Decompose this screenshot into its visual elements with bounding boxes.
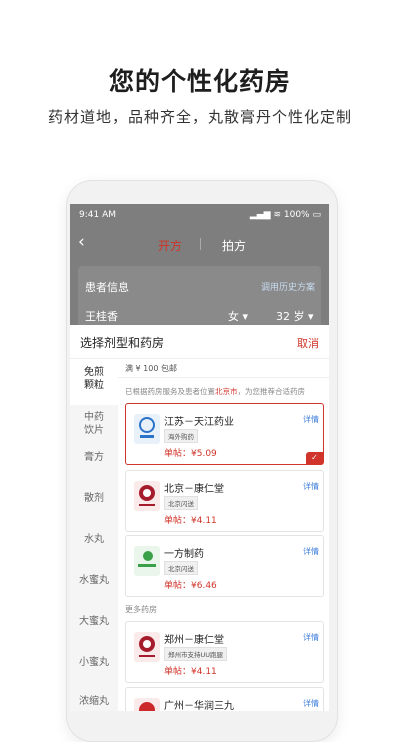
form-item-water-honey-pill[interactable]: 水蜜丸 bbox=[70, 574, 118, 587]
pharmacy-card[interactable]: 一方制药 北京闪送 单帖：¥6.46 详情 bbox=[125, 535, 324, 597]
form-item-big-honey-pill[interactable]: 大蜜丸 bbox=[70, 615, 118, 628]
pharmacy-price: 单帖：¥6.46 bbox=[164, 581, 217, 591]
status-bar: 9:41 AM ▂▄▆ ≋ 100% ▭ bbox=[70, 204, 329, 226]
tab-photo[interactable]: 拍方 bbox=[222, 237, 246, 254]
recommend-note: 已根据药房服务及患者位置北京市，为您推荐合适药房 bbox=[125, 386, 305, 397]
patient-age: 32 bbox=[276, 310, 290, 323]
pharmacy-logo bbox=[134, 414, 160, 444]
pharmacy-tag: 海外购药 bbox=[164, 429, 198, 443]
yifang-logo-icon bbox=[138, 551, 156, 567]
pharmacy-tag: 北京闪送 bbox=[164, 561, 198, 575]
pharmacy-price: 单帖：¥5.09 bbox=[164, 449, 217, 459]
age-unit: 岁 bbox=[293, 310, 305, 323]
kangrentang-logo-icon bbox=[139, 485, 155, 506]
app-screen: 9:41 AM ▂▄▆ ≋ 100% ▭ ‹ 开方 拍方 患者信息 调用历史方案… bbox=[70, 204, 329, 711]
back-icon[interactable]: ‹ bbox=[78, 232, 85, 252]
promo-headline: 您的个性化药房 bbox=[108, 67, 291, 96]
pharmacy-logo bbox=[134, 481, 160, 511]
pharmacy-name: 江苏－天江药业 bbox=[164, 417, 234, 428]
nav-bar: ‹ 开方 拍方 bbox=[70, 226, 329, 260]
form-item-paste[interactable]: 膏方 bbox=[70, 451, 118, 464]
bottom-sheet: 选择剂型和药房 取消 免煎 颗粒 中药 饮片 膏方 散剂 水丸 水蜜丸 大蜜丸 … bbox=[70, 325, 329, 711]
wifi-icon: ≋ bbox=[273, 210, 281, 220]
recommend-prefix: 已根据药房服务及患者位置 bbox=[125, 387, 215, 396]
patient-info-title: 患者信息 bbox=[85, 281, 129, 294]
divider bbox=[118, 377, 329, 378]
form-item-small-honey-pill[interactable]: 小蜜丸 bbox=[70, 656, 118, 669]
recommend-city: 北京市 bbox=[215, 387, 238, 396]
pharmacy-logo bbox=[134, 698, 160, 711]
pharmacy-panel: 满 ¥ 100 包邮 已根据药房服务及患者位置北京市，为您推荐合适药房 江苏－天… bbox=[118, 359, 329, 711]
pharmacy-card[interactable]: 广州－华润三九 详情 bbox=[125, 687, 324, 711]
huarun-logo-icon bbox=[139, 702, 155, 711]
status-icons: ▂▄▆ ≋ 100% ▭ bbox=[250, 210, 321, 220]
form-item-granules[interactable]: 免煎 颗粒 bbox=[70, 359, 118, 405]
recommend-suffix: ，为您推荐合适药房 bbox=[237, 387, 306, 396]
dosage-form-list: 免煎 颗粒 中药 饮片 膏方 散剂 水丸 水蜜丸 大蜜丸 小蜜丸 浓缩丸 bbox=[70, 359, 118, 711]
pharmacy-price: 单帖：¥4.11 bbox=[164, 516, 217, 526]
patient-sex: 女 bbox=[228, 310, 239, 323]
history-plan-link[interactable]: 调用历史方案 bbox=[261, 280, 315, 293]
status-time: 9:41 AM bbox=[79, 210, 116, 220]
battery-icon: ▭ bbox=[312, 210, 321, 220]
free-shipping-note: 满 ¥ 100 包邮 bbox=[125, 364, 177, 373]
sheet-header: 选择剂型和药房 取消 bbox=[70, 325, 329, 359]
pharmacy-card[interactable]: 江苏－天江药业 海外购药 单帖：¥5.09 详情 ✓ bbox=[125, 403, 324, 465]
detail-link[interactable]: 详情 bbox=[303, 546, 319, 557]
detail-link[interactable]: 详情 bbox=[303, 698, 319, 709]
form-item-concentrated-pill[interactable]: 浓缩丸 bbox=[70, 695, 118, 708]
pharmacy-name: 一方制药 bbox=[164, 549, 204, 560]
pharmacy-logo bbox=[134, 546, 160, 576]
pharmacy-name: 广州－华润三九 bbox=[164, 701, 234, 711]
tianjiang-logo-icon bbox=[139, 417, 155, 438]
patient-sex-select[interactable]: 女 ▾ bbox=[228, 308, 248, 324]
tab-divider bbox=[200, 238, 201, 250]
kangrentang-logo-icon bbox=[139, 636, 155, 657]
detail-link[interactable]: 详情 bbox=[303, 481, 319, 492]
form-item-powder[interactable]: 散剂 bbox=[70, 492, 118, 505]
form-item-water-pill[interactable]: 水丸 bbox=[70, 533, 118, 546]
pharmacy-tag: 北京闪送 bbox=[164, 496, 198, 510]
pharmacy-card[interactable]: 北京－康仁堂 北京闪送 单帖：¥4.11 详情 bbox=[125, 470, 324, 532]
sheet-title: 选择剂型和药房 bbox=[80, 336, 165, 350]
cancel-button[interactable]: 取消 bbox=[297, 335, 319, 351]
selected-check-icon: ✓ bbox=[306, 452, 323, 464]
detail-link[interactable]: 详情 bbox=[303, 414, 319, 425]
tab-prescribe[interactable]: 开方 bbox=[158, 237, 182, 254]
patient-age-select[interactable]: 32 岁 ▾ bbox=[276, 308, 314, 324]
more-pharmacies-label: 更多药房 bbox=[125, 605, 157, 614]
pharmacy-name: 郑州－康仁堂 bbox=[164, 635, 224, 646]
pharmacy-card[interactable]: 郑州－康仁堂 郑州市支持UU跑腿 单帖：¥4.11 详情 bbox=[125, 621, 324, 683]
detail-link[interactable]: 详情 bbox=[303, 632, 319, 643]
patient-name: 王桂香 bbox=[85, 310, 118, 323]
pharmacy-tag: 郑州市支持UU跑腿 bbox=[164, 647, 228, 661]
pharmacy-logo bbox=[134, 632, 160, 662]
pharmacy-price: 单帖：¥4.11 bbox=[164, 667, 217, 677]
pharmacy-name: 北京－康仁堂 bbox=[164, 484, 224, 495]
form-item-slices[interactable]: 中药 饮片 bbox=[70, 406, 118, 440]
battery-level: 100% bbox=[283, 210, 310, 220]
signal-icon: ▂▄▆ bbox=[249, 210, 271, 220]
promo-subline: 药材道地，品种齐全，丸散膏丹个性化定制 bbox=[47, 108, 352, 126]
